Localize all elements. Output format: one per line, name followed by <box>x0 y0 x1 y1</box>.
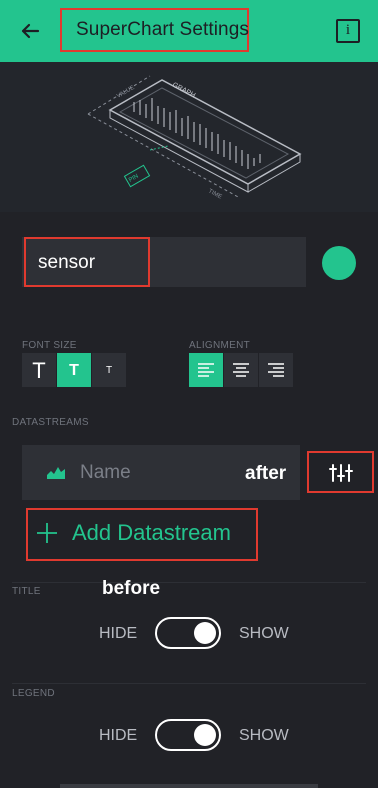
font-size-large-button[interactable]: T <box>22 353 56 387</box>
annotation-before: before <box>102 578 161 599</box>
title-hide-label: HIDE <box>99 625 138 642</box>
arrow-left-icon[interactable] <box>16 17 44 45</box>
legend-toggle[interactable] <box>155 719 221 751</box>
datastream-settings-button[interactable] <box>307 451 374 493</box>
divider <box>12 582 366 583</box>
bottom-edge <box>60 784 318 788</box>
alignment-label: ALIGNMENT <box>189 340 251 351</box>
title-show-label: SHOW <box>239 625 289 642</box>
font-size-label: FONT SIZE <box>22 340 77 351</box>
toggle-knob <box>194 724 216 746</box>
font-size-large-glyph: T <box>32 358 46 383</box>
superchart-illustration: GRAPH VALUE TIME PIN <box>0 62 378 212</box>
plus-icon <box>37 523 57 543</box>
widget-name-value: sensor <box>38 252 96 273</box>
font-size-small-button[interactable]: T <box>92 353 126 387</box>
area-chart-icon <box>47 467 65 479</box>
title-toggle[interactable] <box>155 617 221 649</box>
toggle-knob <box>194 622 216 644</box>
align-left-button[interactable] <box>189 353 223 387</box>
graph-label: GRAPH <box>171 82 196 100</box>
datastream-name-placeholder: Name <box>80 462 131 483</box>
legend-hide-label: HIDE <box>99 727 138 744</box>
legend-section-label: LEGEND <box>12 688 55 699</box>
graph-illustration: GRAPH VALUE TIME PIN <box>87 75 302 200</box>
legend-show-label: SHOW <box>239 727 289 744</box>
add-datastream-button[interactable]: Add Datastream <box>72 520 231 546</box>
info-glyph: i <box>345 22 351 38</box>
divider <box>12 683 366 684</box>
time-label: TIME <box>207 188 222 200</box>
align-right-button[interactable] <box>259 353 293 387</box>
annotation-after: after <box>245 463 287 484</box>
font-size-small-glyph: T <box>105 365 113 376</box>
title-section-label: TITLE <box>12 586 41 597</box>
font-size-medium-button[interactable]: T <box>57 353 91 387</box>
align-center-button[interactable] <box>224 353 258 387</box>
align-left-icon <box>198 363 214 377</box>
color-picker-button[interactable] <box>322 246 356 280</box>
page-title: SuperChart Settings <box>76 19 249 40</box>
info-icon[interactable]: i <box>336 19 360 43</box>
font-size-medium-glyph: T <box>69 362 79 379</box>
align-center-icon <box>233 363 249 377</box>
align-right-icon <box>268 363 284 377</box>
datastreams-label: DATASTREAMS <box>12 417 89 428</box>
tune-icon <box>329 464 353 482</box>
